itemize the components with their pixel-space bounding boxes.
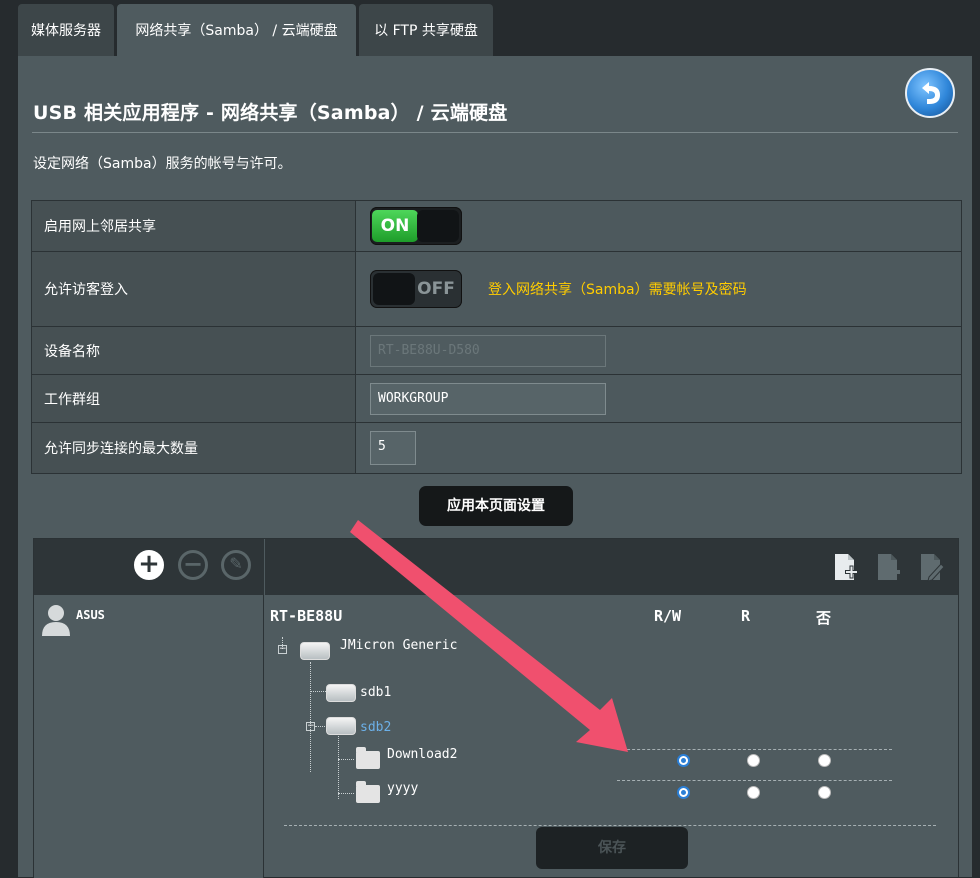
bottom-separator xyxy=(284,825,936,826)
user-name: ASUS xyxy=(76,608,105,622)
share-toolbar: + − ✎ xyxy=(34,539,958,595)
guest-login-label: 允许访客登入 xyxy=(32,252,356,326)
partition-sdb2[interactable]: sdb2 xyxy=(360,720,391,735)
max-connections-field[interactable]: 5 xyxy=(370,431,416,465)
folder-download2: Download2 xyxy=(387,747,458,762)
folder-yyyy: yyyy xyxy=(387,781,419,796)
column-none: 否 xyxy=(816,609,832,627)
setting-row-guest-login: 允许访客登入 OFF 登入网络共享（Samba）需要帐号及密码 xyxy=(32,252,961,327)
apply-settings-button[interactable]: 应用本页面设置 xyxy=(419,486,573,526)
tree-line xyxy=(338,734,339,799)
switch-on-text: ON xyxy=(372,210,418,242)
main-panel: USB 相关应用程序 - 网络共享（Samba） / 云端硬盘 设定网络（Sam… xyxy=(18,56,972,878)
add-folder-icon[interactable] xyxy=(833,553,859,583)
row-separator xyxy=(617,749,892,750)
disk-label[interactable]: JMicron Generic xyxy=(340,638,457,653)
row-separator xyxy=(617,780,892,781)
network-neighborhood-label: 启用网上邻居共享 xyxy=(32,201,356,251)
setting-row-workgroup: 工作群组 WORKGROUP xyxy=(32,375,961,423)
workgroup-field[interactable]: WORKGROUP xyxy=(370,382,606,415)
column-rw: R/W xyxy=(654,607,682,625)
device-name-label: 设备名称 xyxy=(32,327,356,374)
tree-line xyxy=(338,793,354,794)
switch-off-text: OFF xyxy=(417,279,455,299)
user-avatar-icon xyxy=(42,605,70,636)
page-title: USB 相关应用程序 - 网络共享（Samba） / 云端硬盘 xyxy=(33,102,508,124)
guest-login-hint: 登入网络共享（Samba）需要帐号及密码 xyxy=(488,282,747,298)
folder-icon xyxy=(356,781,380,803)
tree-line xyxy=(310,691,326,692)
add-user-icon[interactable]: + xyxy=(134,550,164,580)
page-description: 设定网络（Samba）服务的帐号与许可。 xyxy=(33,156,292,172)
partition-icon xyxy=(326,684,356,702)
user-list: ASUS xyxy=(34,595,264,878)
switch-knob xyxy=(417,210,459,242)
share-permissions-area: + − ✎ ASUS RT-BE88U R/W R 否 − JMicron Ge… xyxy=(33,538,959,878)
setting-row-max-connections: 允许同步连接的最大数量 5 xyxy=(32,423,961,473)
setting-row-network-neighborhood: 启用网上邻居共享 ON xyxy=(32,201,961,252)
tab-ftp-share[interactable]: 以 FTP 共享硬盘 xyxy=(359,4,493,56)
workgroup-label: 工作群组 xyxy=(32,375,356,422)
download2-none-radio[interactable] xyxy=(818,754,831,767)
download2-r-radio[interactable] xyxy=(747,754,760,767)
samba-settings-table: 启用网上邻居共享 ON 允许访客登入 OFF 登入网络共享（Samba）需要帐号… xyxy=(31,200,962,474)
tree-line xyxy=(338,759,354,760)
title-divider xyxy=(32,132,958,133)
back-button[interactable] xyxy=(905,68,955,118)
back-arrow-icon xyxy=(922,82,940,104)
column-r: R xyxy=(741,607,751,625)
partition-sdb1[interactable]: sdb1 xyxy=(360,685,391,700)
setting-row-device-name: 设备名称 RT-BE88U-D580 xyxy=(32,327,961,375)
delete-folder-icon[interactable] xyxy=(876,553,902,583)
edit-folder-icon[interactable] xyxy=(919,553,945,583)
remove-user-icon[interactable]: − xyxy=(178,550,208,580)
tab-samba-share[interactable]: 网络共享（Samba） / 云端硬盘 xyxy=(117,4,356,56)
partition-icon xyxy=(326,717,356,735)
router-name: RT-BE88U xyxy=(270,607,343,625)
switch-knob xyxy=(373,273,415,305)
tree-line xyxy=(310,662,311,772)
device-name-field: RT-BE88U-D580 xyxy=(370,334,606,367)
user-item[interactable]: ASUS xyxy=(40,603,105,637)
yyyy-r-radio[interactable] xyxy=(747,786,760,799)
disk-collapse-toggle[interactable]: − xyxy=(278,645,287,654)
toolbar-divider xyxy=(264,539,265,595)
disk-icon xyxy=(300,642,330,660)
guest-login-toggle[interactable]: OFF xyxy=(370,270,462,308)
save-button[interactable]: 保存 xyxy=(536,827,688,869)
tab-media-server[interactable]: 媒体服务器 xyxy=(18,4,114,56)
max-connections-label: 允许同步连接的最大数量 xyxy=(32,423,356,473)
folder-icon xyxy=(356,747,380,769)
yyyy-none-radio[interactable] xyxy=(818,786,831,799)
partition-collapse-toggle[interactable]: − xyxy=(306,722,315,731)
yyyy-rw-radio[interactable] xyxy=(677,786,690,799)
tree-line xyxy=(315,726,325,727)
edit-user-icon[interactable]: ✎ xyxy=(221,550,251,580)
download2-rw-radio[interactable] xyxy=(677,754,690,767)
network-neighborhood-toggle[interactable]: ON xyxy=(370,207,462,245)
